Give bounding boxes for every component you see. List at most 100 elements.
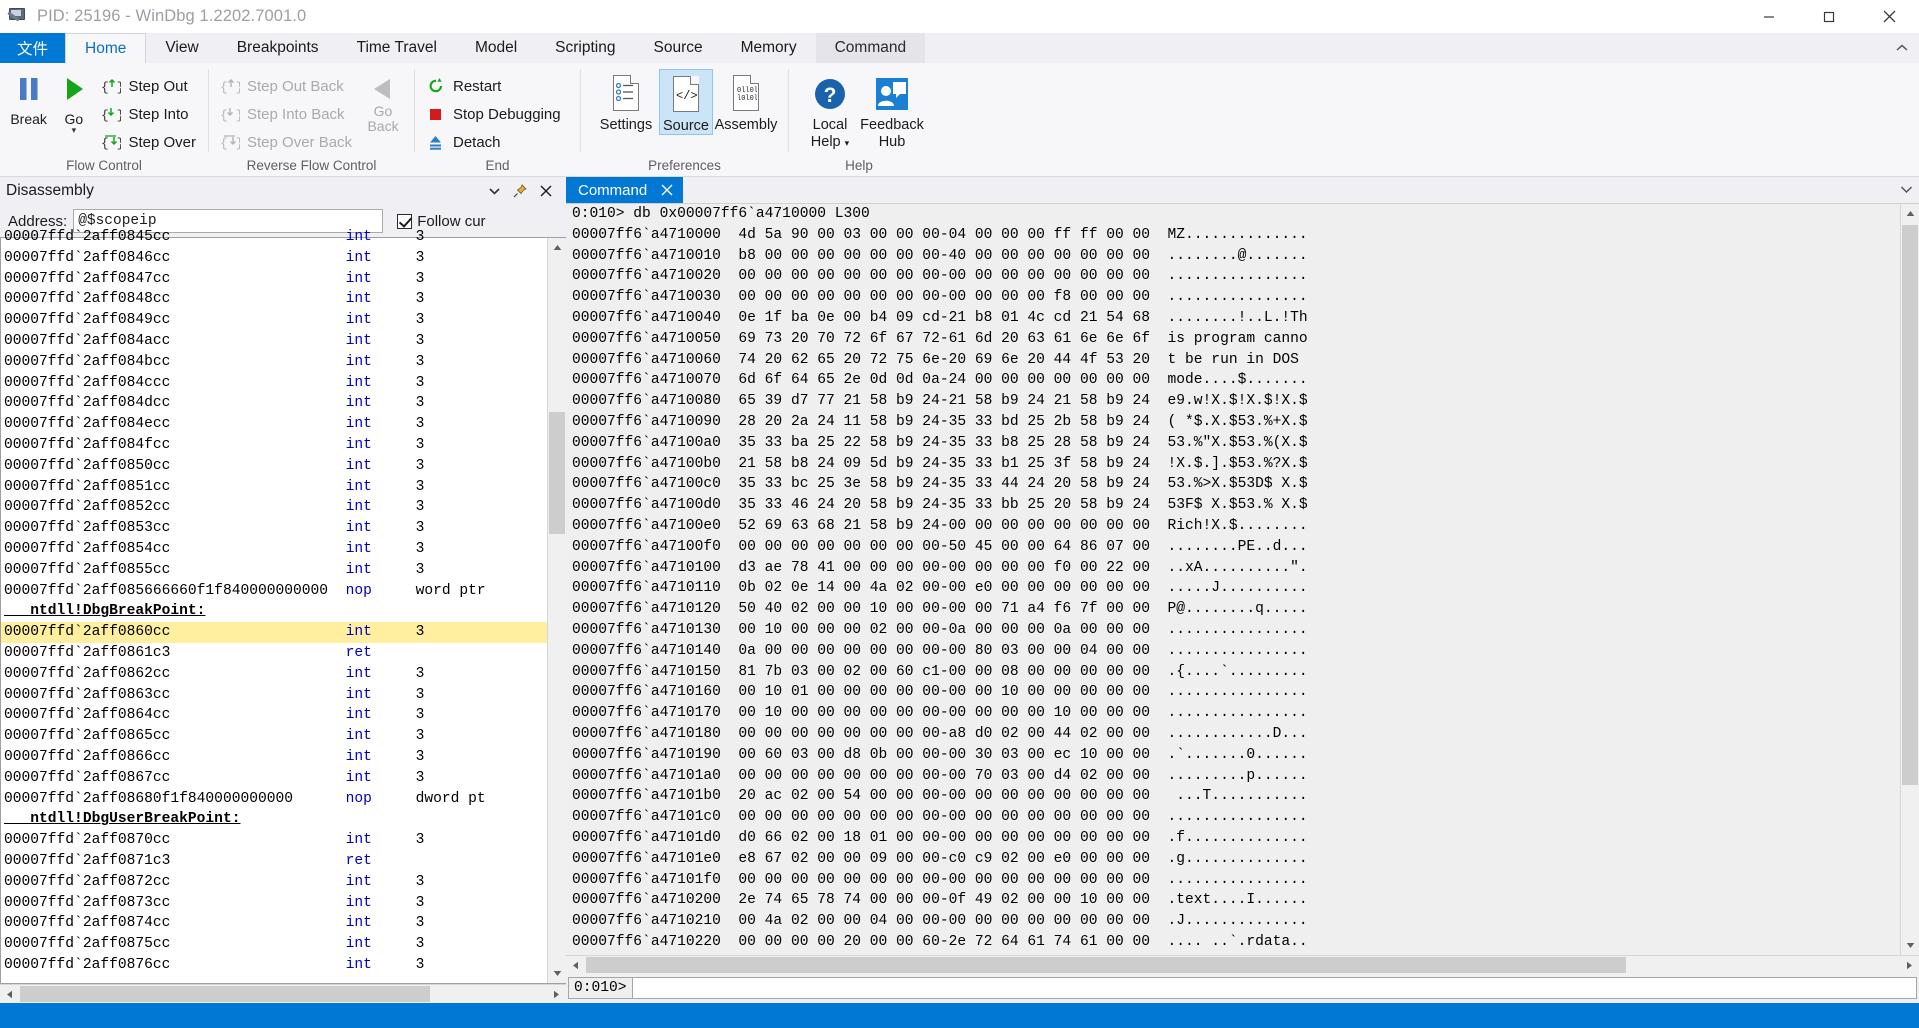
tab-overflow-icon[interactable] [1900,181,1913,199]
minimize-icon[interactable] [1739,0,1799,33]
chevron-up-icon[interactable] [1885,33,1919,63]
disassembly-vertical-scrollbar[interactable] [547,238,566,983]
ribbon-tab-breakpoints[interactable]: Breakpoints [218,33,338,63]
assembly-button[interactable]: 0ll0l l0l0l Assembly [713,69,779,133]
disassembly-row[interactable]: 00007ffd`2aff0863cc int 3 [1,685,547,706]
command-input[interactable] [631,977,1917,999]
disassembly-row[interactable]: 00007ffd`2aff0855cc int 3 [1,560,547,581]
detach-button[interactable]: Detach [421,128,567,156]
go-dropdown-caret-icon[interactable]: ▾ [72,126,77,135]
command-tab[interactable]: Command [566,177,684,203]
scroll-left-arrow-icon[interactable] [0,985,19,1003]
instruction-mnemonic: int [345,769,390,786]
disassembly-row[interactable]: 00007ffd`2aff0861c3 ret [1,643,547,664]
disassembly-row[interactable]: 00007ffd`2aff0860cc int 3 [1,622,547,643]
stop-debugging-button[interactable]: Stop Debugging [421,100,567,128]
disassembly-row[interactable]: 00007ffd`2aff0871c3 ret [1,851,547,872]
horizontal-scroll-track[interactable] [19,985,547,1003]
disassembly-row[interactable]: 00007ffd`2aff084dcc int 3 [1,393,547,414]
disassembly-row[interactable]: 00007ffd`2aff0864cc int 3 [1,705,547,726]
ribbon-tab-model[interactable]: Model [456,33,536,63]
disassembly-row[interactable]: 00007ffd`2aff0852cc int 3 [1,497,547,518]
vertical-scroll-thumb[interactable] [1902,225,1918,785]
disassembly-row[interactable]: 00007ffd`2aff0873cc int 3 [1,893,547,914]
vertical-scroll-track[interactable] [548,257,566,964]
scroll-up-arrow-icon[interactable] [1901,204,1919,223]
scroll-left-arrow-icon[interactable] [566,956,585,974]
source-button[interactable]: </> Source [659,69,713,135]
disassembly-row[interactable]: 00007ffd`2aff0874cc int 3 [1,913,547,934]
maximize-icon[interactable] [1799,0,1859,33]
close-icon[interactable] [661,184,673,196]
feedback-hub-button[interactable]: Feedback Hub [860,69,924,151]
vertical-scroll-track[interactable] [1901,223,1919,936]
scroll-right-arrow-icon[interactable] [547,985,566,1003]
ribbon-tab-scripting[interactable]: Scripting [536,33,634,63]
ribbon-tab-file[interactable]: 文件 [0,33,66,63]
instruction-mnemonic: int [345,478,390,495]
scroll-up-arrow-icon[interactable] [548,238,566,257]
disassembly-row[interactable]: 00007ffd`2aff085666660f1f840000000000 no… [1,581,547,602]
vertical-scroll-thumb[interactable] [549,412,565,534]
ribbon-tab-command[interactable]: Command [815,33,926,63]
chevron-down-icon[interactable] [482,180,506,202]
disassembly-row[interactable]: 00007ffd`2aff084bcc int 3 [1,352,547,373]
disassembly-row[interactable]: 00007ffd`2aff084acc int 3 [1,331,547,352]
disassembly-row[interactable]: 00007ffd`2aff084ecc int 3 [1,414,547,435]
disassembly-row[interactable]: 00007ffd`2aff0865cc int 3 [1,726,547,747]
ribbon-tab-source[interactable]: Source [634,33,721,63]
disassembly-symbol-label[interactable]: ntdll!DbgBreakPoint: [1,601,547,622]
instruction-operands: 3 [389,353,425,370]
close-icon[interactable] [1859,0,1919,33]
settings-button[interactable]: Settings [593,69,659,133]
disassembly-code-list[interactable]: 00007ffd`2aff0845cc int 3 00007ffd`2aff08… [1,227,547,983]
disassembly-row[interactable]: 00007ffd`2aff0851cc int 3 [1,477,547,498]
disassembly-row[interactable]: 00007ffd`2aff084ccc int 3 [1,373,547,394]
disassembly-row[interactable]: 00007ffd`2aff0847cc int 3 [1,269,547,290]
disassembly-row[interactable]: 00007ffd`2aff084fcc int 3 [1,435,547,456]
instruction-operands: 3 [389,457,425,474]
command-horizontal-scrollbar[interactable] [566,955,1919,974]
command-vertical-scrollbar[interactable] [1900,204,1919,955]
step-into-button[interactable]: { } Step Into [96,100,202,128]
disassembly-row[interactable]: 00007ffd`2aff0875cc int 3 [1,934,547,955]
command-output[interactable]: 0:010> db 0x00007ff6`a4710000 L300 00007f… [566,204,1900,955]
disassembly-row[interactable]: 00007ffd`2aff0849cc int 3 [1,310,547,331]
scroll-right-arrow-icon[interactable] [1900,956,1919,974]
disassembly-horizontal-scrollbar[interactable] [0,984,566,1003]
step-over-button[interactable]: { } Step Over [96,128,202,156]
close-icon[interactable] [534,180,558,202]
disassembly-row[interactable]: 00007ffd`2aff0862cc int 3 [1,664,547,685]
disassembly-row[interactable]: 00007ffd`2aff0870cc int 3 [1,830,547,851]
ribbon-tab-memory[interactable]: Memory [722,33,816,63]
scroll-down-arrow-icon[interactable] [1901,936,1919,955]
horizontal-scroll-thumb[interactable] [586,957,1626,973]
break-button[interactable]: Break [6,69,51,127]
disassembly-row[interactable]: 00007ffd`2aff0876cc int 3 [1,955,547,976]
disassembly-row[interactable]: 00007ffd`2aff08680f1f840000000000 nop dw… [1,789,547,810]
memory-dump-line: 00007ff6`a4710150 81 7b 03 00 02 00 60 c… [572,663,1308,680]
disassembly-row[interactable]: 00007ffd`2aff0848cc int 3 [1,289,547,310]
horizontal-scroll-thumb[interactable] [20,986,430,1002]
disassembly-row[interactable]: 00007ffd`2aff0845cc int 3 [1,227,547,248]
disassembly-row[interactable]: 00007ffd`2aff0867cc int 3 [1,768,547,789]
disassembly-row[interactable]: 00007ffd`2aff0850cc int 3 [1,456,547,477]
instruction-operands: 3 [389,478,425,495]
horizontal-scroll-track[interactable] [585,956,1900,974]
disassembly-row[interactable]: 00007ffd`2aff0854cc int 3 [1,539,547,560]
disassembly-row[interactable]: 00007ffd`2aff0846cc int 3 [1,248,547,269]
command-tab-overflow [683,177,1919,203]
disassembly-row[interactable]: 00007ffd`2aff0853cc int 3 [1,518,547,539]
disassembly-row[interactable]: 00007ffd`2aff0872cc int 3 [1,872,547,893]
disassembly-symbol-label[interactable]: ntdll!DbgUserBreakPoint: [1,809,547,830]
ribbon-tab-time-travel[interactable]: Time Travel [338,33,456,63]
step-out-button[interactable]: { } Step Out [96,72,202,100]
pin-icon[interactable] [508,180,532,202]
scroll-down-arrow-icon[interactable] [548,964,566,983]
go-button[interactable]: Go ▾ [51,69,96,135]
ribbon-tab-home[interactable]: Home [65,33,147,63]
disassembly-row[interactable]: 00007ffd`2aff0866cc int 3 [1,747,547,768]
local-help-button[interactable]: ? Local Help ▾ [799,69,861,152]
restart-button[interactable]: Restart [421,72,567,100]
ribbon-tab-view[interactable]: View [146,33,217,63]
